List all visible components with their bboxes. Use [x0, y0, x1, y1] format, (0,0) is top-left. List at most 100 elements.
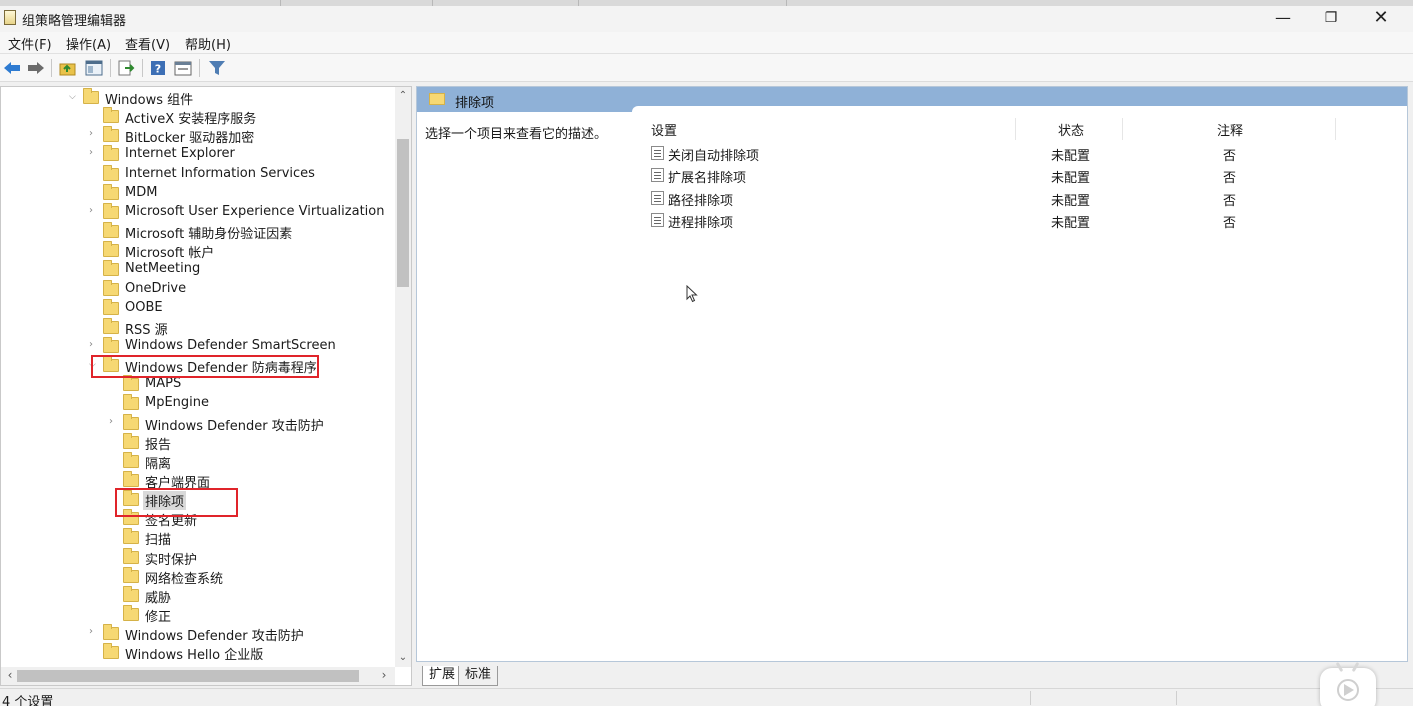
setting-row[interactable]: 扩展名排除项 未配置 否 [649, 165, 1389, 187]
tab-standard[interactable]: 标准 [458, 666, 499, 686]
tree-item-label: 网络检查系统 [145, 571, 224, 587]
column-header-setting[interactable]: 设置 [651, 120, 677, 139]
tree-item-label: Windows 组件 [105, 93, 194, 108]
menu-view[interactable]: 查看(V) [125, 34, 170, 53]
chevron-right-icon[interactable]: › [89, 205, 99, 216]
scroll-right-arrow-icon[interactable]: › [377, 668, 391, 682]
mouse-cursor-icon [686, 285, 698, 303]
close-button[interactable]: ✕ [1356, 6, 1406, 32]
scroll-down-arrow-icon[interactable]: ⌄ [395, 651, 411, 665]
filter-icon [209, 61, 225, 75]
toolbar-separator [199, 59, 200, 77]
restore-button[interactable]: ❐ [1306, 6, 1356, 32]
column-header-comment[interactable]: 注释 [1217, 120, 1243, 139]
forward-button[interactable] [26, 58, 46, 78]
toolbar: ? [0, 54, 1413, 82]
folder-icon [83, 88, 99, 104]
setting-state: 未配置 [1051, 149, 1091, 164]
minimize-button[interactable]: — [1258, 6, 1308, 32]
show-hide-tree-button[interactable] [84, 58, 104, 78]
folder-icon [123, 375, 139, 392]
setting-comment: 否 [1223, 149, 1237, 164]
chevron-right-icon[interactable]: › [89, 626, 99, 637]
setting-name: 关闭自动排除项 [668, 149, 760, 164]
setting-row[interactable]: 路径排除项 未配置 否 [649, 188, 1389, 210]
column-divider[interactable] [1335, 118, 1336, 140]
tree-item-label: 修正 [145, 610, 172, 626]
up-folder-button[interactable] [58, 58, 78, 78]
chevron-down-icon[interactable]: ⌵ [69, 92, 79, 102]
properties-button[interactable] [173, 58, 193, 78]
chevron-right-icon[interactable]: › [89, 147, 99, 158]
column-divider[interactable] [1122, 118, 1123, 140]
video-play-button[interactable] [1320, 668, 1376, 706]
export-list-button[interactable] [116, 58, 136, 78]
folder-icon [103, 107, 119, 124]
back-button[interactable] [2, 58, 22, 78]
setting-state: 未配置 [1051, 216, 1091, 232]
tree-item-label: 隔离 [145, 456, 172, 472]
highlight-box-defender-antivirus [91, 355, 319, 378]
scroll-thumb[interactable] [397, 139, 409, 287]
tree-item-label: 报告 [145, 437, 172, 453]
chevron-right-icon[interactable]: › [109, 416, 119, 427]
folder-icon [123, 547, 139, 564]
folder-icon [103, 336, 119, 353]
folder-icon [103, 126, 119, 143]
details-header-band: 排除项 [417, 87, 1407, 112]
folder-icon [103, 624, 119, 641]
chevron-right-icon[interactable]: › [89, 128, 99, 139]
up-folder-icon [59, 63, 76, 76]
scroll-up-arrow-icon[interactable]: ⌃ [395, 89, 411, 103]
chevron-right-icon[interactable]: › [89, 339, 99, 350]
tree-item-label: NetMeeting [125, 261, 201, 277]
view-tabs: 扩展 标准 [416, 664, 1408, 686]
folder-icon [103, 298, 119, 315]
setting-comment: 否 [1223, 193, 1237, 209]
column-divider[interactable] [1015, 118, 1016, 140]
tree-pane[interactable]: ⌵ Windows 组件 ActiveX 安装程序服务 › BitLocker 驱动器加… [0, 86, 412, 686]
folder-icon [123, 585, 139, 602]
highlight-box-exclusions [115, 488, 238, 517]
menu-file[interactable]: 文件(F) [8, 34, 52, 53]
tree-item-label: 实时保护 [145, 552, 198, 568]
toolbar-separator [51, 59, 52, 77]
folder-icon [123, 471, 139, 487]
tree-horizontal-scrollbar[interactable]: ‹ › [1, 667, 395, 685]
tree-vertical-scrollbar[interactable]: ⌃ ⌄ [395, 87, 411, 667]
status-bar: 4 个设置 [0, 688, 1413, 706]
tree-item-label: BitLocker 驱动器加密 [125, 131, 255, 147]
help-button[interactable]: ? [148, 58, 168, 78]
window-title: 组策略管理编辑器 [22, 14, 127, 29]
setting-name: 路径排除项 [668, 193, 734, 209]
tree-item-label: MAPS [145, 376, 182, 392]
folder-icon [103, 643, 119, 660]
tree-item-label: 扫描 [145, 533, 172, 549]
tree-item-label: Internet Explorer [125, 146, 235, 162]
policy-setting-icon [651, 168, 664, 183]
folder-icon [123, 394, 139, 411]
hscroll-thumb[interactable] [17, 670, 359, 682]
tree-item-label: OneDrive [125, 280, 187, 296]
tab-extended[interactable]: 扩展 [422, 666, 463, 686]
menu-action[interactable]: 操作(A) [66, 34, 111, 53]
policy-setting-icon [651, 190, 664, 205]
setting-state: 未配置 [1051, 193, 1091, 209]
column-header-state[interactable]: 状态 [1058, 120, 1084, 139]
tree-item-label: MDM [125, 184, 158, 200]
setting-row[interactable]: 关闭自动排除项 未配置 否 [649, 143, 1389, 165]
tree-item-label: Windows Defender 攻击防护 [145, 418, 324, 434]
svg-text:?: ? [155, 63, 161, 76]
scroll-left-arrow-icon[interactable]: ‹ [3, 668, 17, 682]
details-header-title: 排除项 [455, 96, 495, 111]
tree-item-label: ActiveX 安装程序服务 [125, 112, 257, 128]
setting-name: 扩展名排除项 [668, 171, 747, 187]
tree-item-label: RSS 源 [125, 322, 168, 338]
tree-item-label: 威胁 [145, 590, 172, 606]
folder-icon [123, 605, 139, 622]
menu-help[interactable]: 帮助(H) [185, 34, 231, 53]
description-text: 选择一个项目来查看它的描述。 [425, 127, 608, 142]
minimize-icon: — [1275, 8, 1291, 27]
setting-row[interactable]: 进程排除项 未配置 否 [649, 210, 1389, 232]
filter-button[interactable] [207, 58, 227, 78]
